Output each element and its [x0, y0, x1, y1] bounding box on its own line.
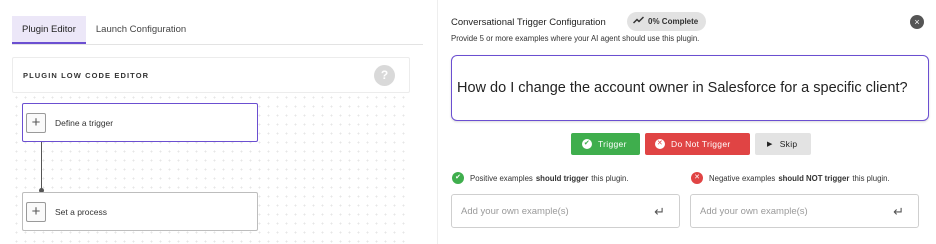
- positive-example-field: ↵: [451, 194, 680, 228]
- enter-icon[interactable]: ↵: [654, 204, 665, 220]
- do-not-trigger-button[interactable]: ✕ Do Not Trigger: [645, 133, 750, 155]
- classification-actions: ✔ Trigger ✕ Do Not Trigger ▶ Skip: [571, 133, 816, 155]
- negative-example-field: ↵: [690, 194, 919, 228]
- example-display: How do I change the account owner in Sal…: [451, 55, 929, 121]
- close-icon[interactable]: ×: [910, 15, 924, 29]
- do-not-trigger-label: Do Not Trigger: [671, 139, 731, 149]
- example-text: How do I change the account owner in Sal…: [457, 80, 908, 96]
- tab-launch-configuration[interactable]: Launch Configuration: [86, 16, 196, 44]
- trigger-button[interactable]: ✔ Trigger: [571, 133, 640, 155]
- enter-icon[interactable]: ↵: [893, 204, 904, 220]
- progress-badge: 0% Complete: [627, 12, 707, 31]
- negative-example-input[interactable]: [700, 205, 875, 217]
- trigger-config-panel: Conversational Trigger Configuration 0% …: [438, 0, 936, 244]
- x-icon: ✕: [655, 139, 665, 149]
- negative-examples-label: ✕ Negative examples should NOT trigger t…: [691, 172, 890, 184]
- tab-plugin-editor[interactable]: Plugin Editor: [12, 16, 86, 44]
- check-icon: ✔: [582, 139, 592, 149]
- plus-icon[interactable]: +: [26, 112, 46, 133]
- skip-label: Skip: [779, 139, 798, 149]
- editor-header: PLUGIN LOW CODE EDITOR ?: [12, 57, 410, 93]
- editor-title: PLUGIN LOW CODE EDITOR: [23, 71, 150, 80]
- config-subtitle: Provide 5 or more examples where your AI…: [451, 34, 700, 43]
- x-circle-icon: ✕: [691, 172, 703, 184]
- plus-icon[interactable]: +: [26, 201, 46, 222]
- trend-up-icon: [632, 16, 645, 27]
- set-process-node[interactable]: + Set a process: [22, 192, 258, 231]
- progress-text: 0% Complete: [648, 17, 699, 26]
- set-process-label: Set a process: [55, 206, 107, 217]
- define-trigger-label: Define a trigger: [55, 117, 114, 128]
- positive-examples-label: ✔ Positive examples should trigger this …: [452, 172, 629, 184]
- tab-divider: [12, 44, 423, 45]
- plugin-editor-panel: Plugin Editor Launch Configuration PLUGI…: [0, 0, 425, 244]
- skip-button[interactable]: ▶ Skip: [755, 133, 811, 155]
- check-circle-icon: ✔: [452, 172, 464, 184]
- tab-bar: Plugin Editor Launch Configuration: [12, 16, 196, 44]
- define-trigger-node[interactable]: + Define a trigger: [22, 103, 258, 142]
- positive-example-input[interactable]: [461, 205, 636, 217]
- node-connector: [41, 142, 42, 190]
- trigger-label: Trigger: [598, 139, 627, 149]
- play-icon: ▶: [767, 141, 773, 148]
- help-icon[interactable]: ?: [374, 65, 395, 86]
- config-title: Conversational Trigger Configuration: [451, 17, 606, 28]
